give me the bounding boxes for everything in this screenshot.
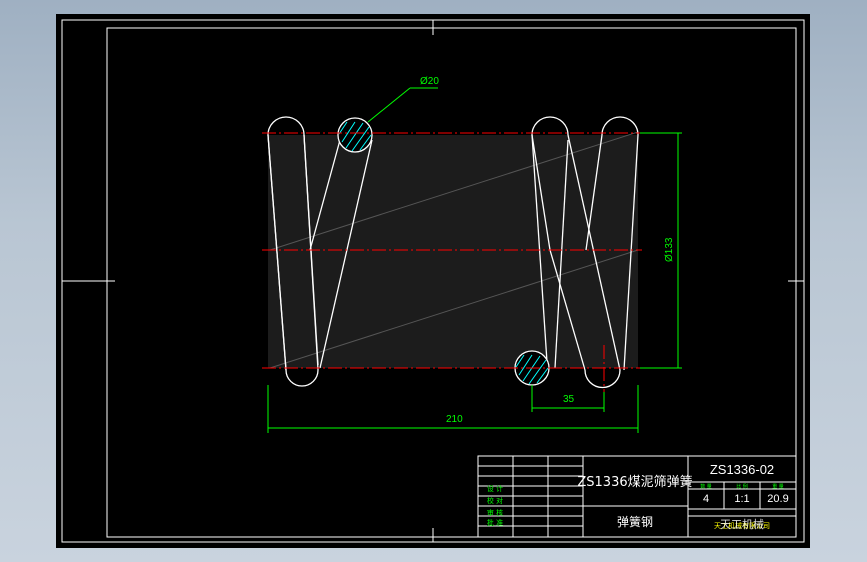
wire-diameter-label: Ø20 (420, 76, 439, 87)
header-quantity: 数 量 (700, 483, 712, 490)
weight-value: 20.9 (767, 493, 788, 505)
outer-diameter-label: Ø133 (664, 237, 675, 262)
free-length-label: 210 (446, 414, 463, 425)
spring-body (268, 135, 638, 368)
header-weight: 重 量 (772, 483, 784, 490)
drawing-number: ZS1336-02 (710, 462, 774, 477)
row-label-check: 校 对 (487, 496, 503, 505)
pitch-label: 35 (563, 394, 575, 405)
wire-section-top (337, 117, 373, 153)
header-scale: 比 例 (736, 483, 748, 490)
scale-value: 1:1 (734, 493, 749, 505)
cad-drawing: Ø20 Ø133 35 210 ZS1336煤泥筛弹簧 ZS1336-02 弹簧… (56, 14, 810, 548)
row-label-approve: 批 准 (487, 518, 503, 527)
company-name: 天工机械 (720, 517, 764, 531)
material-label: 弹簧钢 (617, 514, 653, 529)
row-label-design: 设 计 (487, 484, 503, 493)
quantity-value: 4 (703, 493, 709, 505)
drawing-title: ZS1336煤泥筛弹簧 (577, 474, 692, 490)
row-label-review: 审 核 (487, 508, 503, 517)
